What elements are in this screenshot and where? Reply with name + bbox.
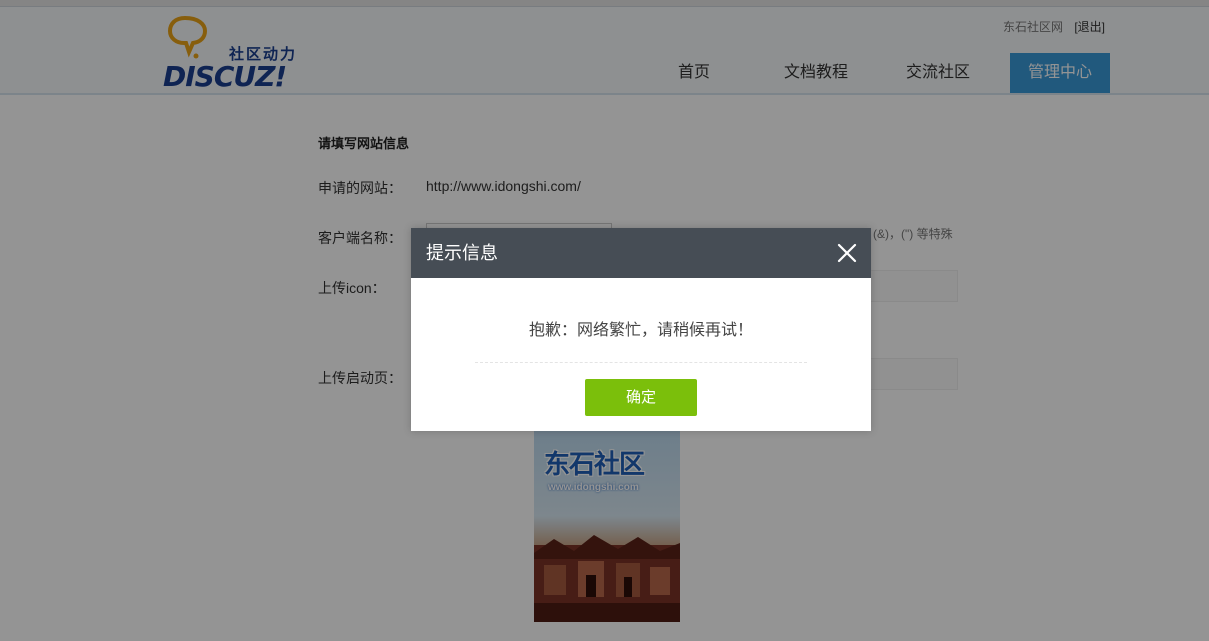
- ok-button[interactable]: 确定: [585, 379, 697, 416]
- dialog-title: 提示信息: [426, 243, 498, 263]
- close-icon[interactable]: [837, 243, 857, 263]
- dialog-message: 抱歉：网络繁忙，请稍候再试！: [528, 322, 753, 339]
- dialog-header: 提示信息: [411, 228, 871, 278]
- alert-dialog: 提示信息 抱歉：网络繁忙，请稍候再试！ 确定: [411, 228, 871, 431]
- page: 社区动力 DISCUZ! 东石社区网 [退出] 首页 文档教程 交流社区 管理中…: [0, 0, 1209, 641]
- dialog-divider: [475, 362, 807, 363]
